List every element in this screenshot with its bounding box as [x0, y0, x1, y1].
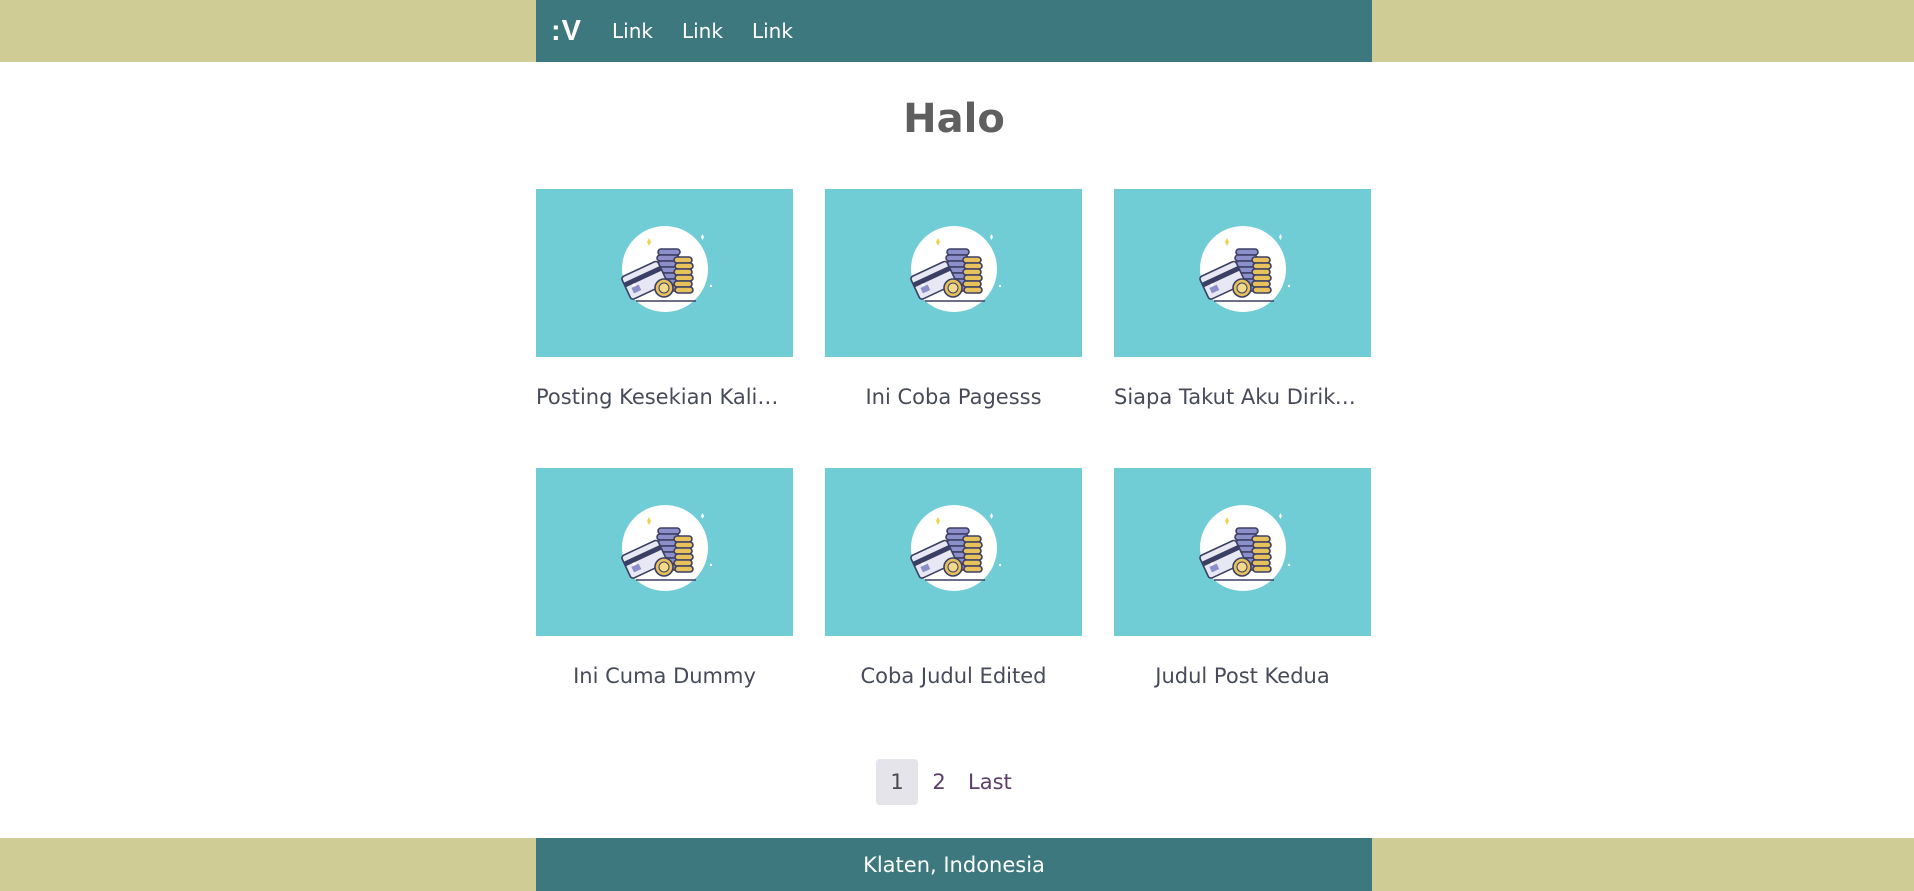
page-2-button[interactable]: 2 — [918, 759, 960, 805]
nav-link-2[interactable]: Link — [682, 19, 723, 43]
post-thumbnail[interactable] — [536, 468, 793, 636]
post-title[interactable]: Coba Judul Edited — [825, 664, 1082, 688]
post-card[interactable]: Posting Kesekian Kalinya ... — [536, 189, 793, 468]
post-title[interactable]: Judul Post Kedua — [1114, 664, 1371, 688]
nav-link-3[interactable]: Link — [752, 19, 793, 43]
last-page-button[interactable]: Last — [960, 759, 1020, 805]
page-1-button[interactable]: 1 — [876, 759, 918, 805]
pagination: 1 2 Last — [876, 759, 1020, 805]
post-title[interactable]: Ini Coba Pagesss — [825, 385, 1082, 409]
post-card[interactable]: Siapa Takut Aku Diriku Ka... — [1114, 189, 1371, 468]
brand-logo[interactable]: :V — [551, 15, 582, 48]
footer: Klaten, Indonesia — [536, 838, 1372, 891]
footer-location: Klaten, Indonesia — [863, 852, 1045, 877]
post-thumbnail[interactable] — [536, 189, 793, 357]
post-card[interactable]: Coba Judul Edited — [825, 468, 1082, 747]
post-grid: Posting Kesekian Kalinya ... Ini Coba Pa… — [536, 189, 1372, 747]
post-thumbnail[interactable] — [825, 468, 1082, 636]
nav-link-1[interactable]: Link — [612, 19, 653, 43]
post-card[interactable]: Ini Coba Pagesss — [825, 189, 1082, 468]
post-card[interactable]: Ini Cuma Dummy — [536, 468, 793, 747]
post-title[interactable]: Posting Kesekian Kalinya ... — [536, 385, 793, 409]
post-card[interactable]: Judul Post Kedua — [1114, 468, 1371, 747]
post-thumbnail[interactable] — [1114, 468, 1371, 636]
post-thumbnail[interactable] — [1114, 189, 1371, 357]
post-title[interactable]: Siapa Takut Aku Diriku Ka... — [1114, 385, 1371, 409]
page-title: Halo — [903, 96, 1005, 142]
post-thumbnail[interactable] — [825, 189, 1082, 357]
navbar: :V Link Link Link — [536, 0, 1372, 62]
post-title[interactable]: Ini Cuma Dummy — [536, 664, 793, 688]
